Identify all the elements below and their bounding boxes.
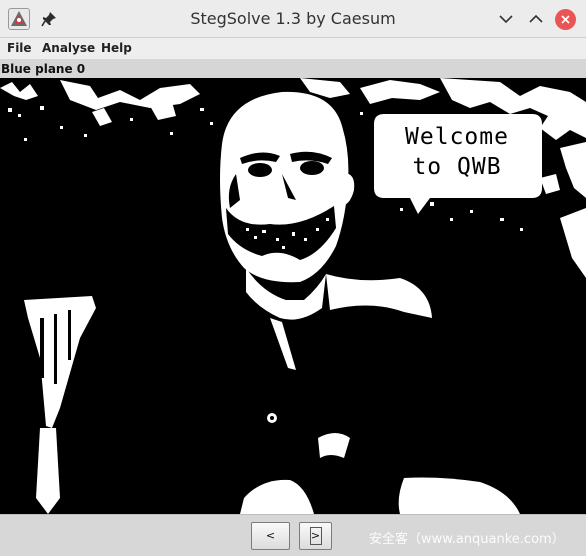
plane-label: Blue plane 0 bbox=[1, 62, 86, 76]
maximize-icon[interactable] bbox=[526, 9, 546, 29]
menu-help[interactable]: Help bbox=[101, 38, 132, 59]
minimize-icon[interactable] bbox=[496, 9, 516, 29]
title-bar[interactable]: StegSolve 1.3 by Caesum bbox=[0, 0, 586, 38]
bubble-line-1: Welcome bbox=[405, 124, 509, 150]
watermark: 安全客（www.anquanke.com） bbox=[369, 532, 565, 547]
menu-analyse[interactable]: Analyse bbox=[42, 38, 95, 59]
speech-bubble-text: Welcome to QWB bbox=[378, 122, 536, 182]
bottom-bar: < > 安全客（www.anquanke.com） bbox=[0, 514, 586, 556]
previous-plane-button[interactable]: < bbox=[251, 522, 290, 550]
menu-bar: File Analyse Help bbox=[0, 38, 586, 59]
menu-file[interactable]: File bbox=[7, 38, 32, 59]
focus-ring bbox=[310, 527, 322, 545]
next-plane-button[interactable]: > bbox=[299, 522, 332, 550]
bubble-line-2: to QWB bbox=[412, 154, 502, 180]
close-icon[interactable] bbox=[555, 9, 576, 30]
image-canvas: Welcome to QWB bbox=[0, 78, 586, 514]
